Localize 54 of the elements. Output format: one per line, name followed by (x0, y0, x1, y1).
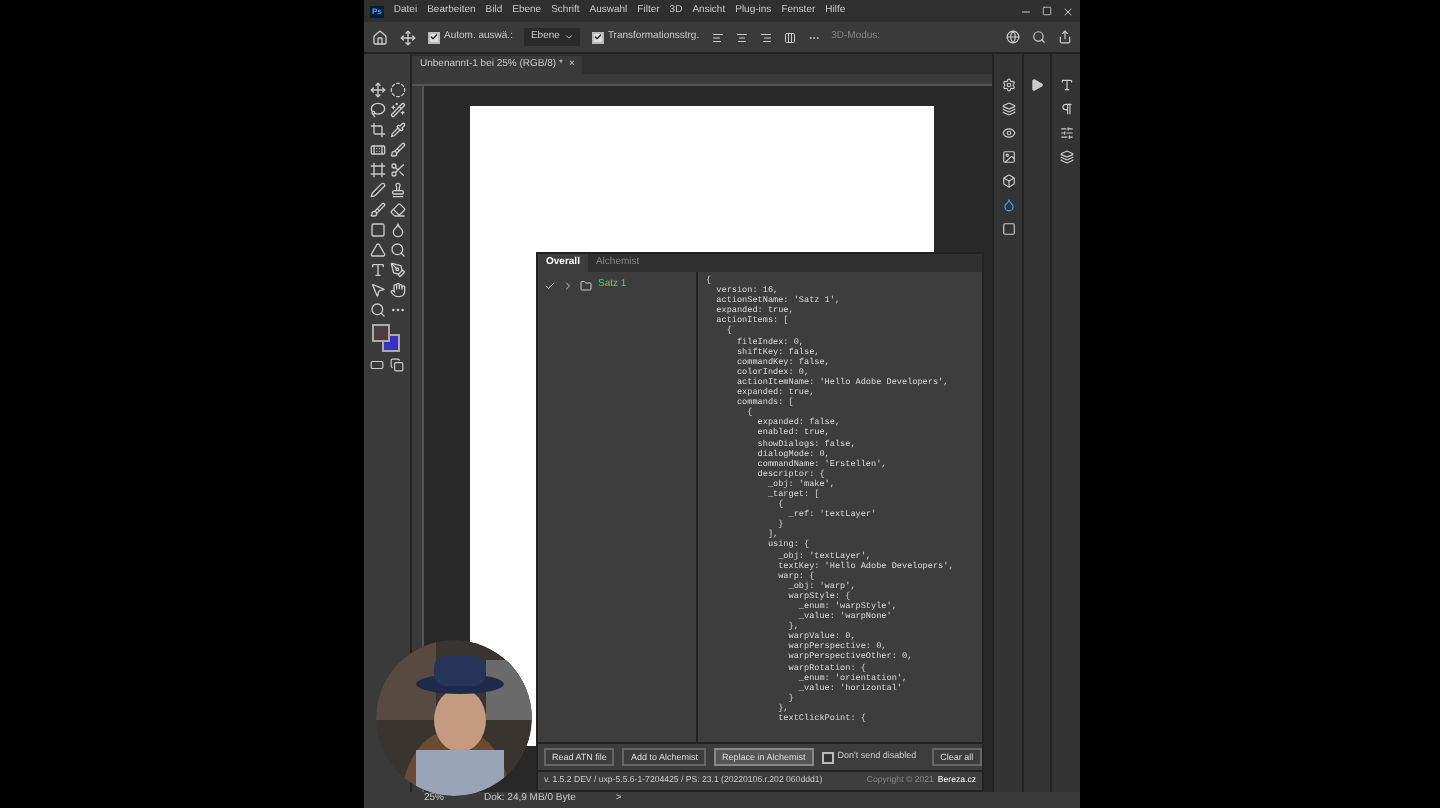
stamp-tool-icon[interactable] (389, 182, 405, 198)
folder-icon (580, 279, 592, 292)
image-icon[interactable] (1001, 150, 1015, 164)
hand-tool-icon[interactable] (389, 282, 405, 298)
square-icon[interactable] (1001, 222, 1015, 236)
type-tool-icon[interactable] (369, 262, 385, 278)
move-tool-icon[interactable] (400, 29, 416, 45)
brush-tool-icon[interactable] (389, 142, 405, 158)
share-icon[interactable] (1058, 30, 1072, 44)
distribute-icon[interactable] (783, 31, 796, 43)
maximize-icon[interactable] (1042, 6, 1052, 16)
gear-icon[interactable] (1001, 78, 1015, 92)
foreground-color-swatch[interactable] (371, 324, 389, 342)
frame-tool-icon[interactable] (369, 162, 385, 178)
align-right-icon[interactable] (759, 31, 772, 43)
eraser-tool-icon[interactable] (389, 202, 405, 218)
play-icon[interactable] (1030, 78, 1044, 92)
crop-tool-icon[interactable] (369, 122, 385, 138)
triangle-tool-icon[interactable] (369, 242, 385, 258)
selection-tool-icon[interactable] (369, 282, 385, 298)
scissors-tool-icon[interactable] (389, 162, 405, 178)
home-icon[interactable] (372, 29, 388, 45)
search-icon[interactable] (1032, 30, 1046, 44)
lasso-tool-icon[interactable] (369, 102, 385, 118)
enabled-check-icon[interactable] (544, 279, 556, 292)
marquee-tool-icon[interactable] (389, 82, 405, 98)
checkbox[interactable] (428, 31, 440, 43)
checkbox[interactable] (591, 31, 604, 43)
chevron-down-icon (563, 32, 574, 42)
pencil-tool-icon[interactable] (369, 182, 385, 198)
minimize-icon[interactable] (1020, 5, 1032, 17)
layers-icon[interactable] (1001, 102, 1015, 116)
wand-tool-icon[interactable] (389, 102, 405, 118)
move-tool-icon[interactable] (369, 82, 385, 98)
align-left-icon[interactable] (711, 31, 724, 43)
cube-icon[interactable] (1001, 174, 1015, 188)
layers-icon[interactable] (1059, 150, 1073, 164)
checkbox[interactable] (821, 751, 834, 763)
globe-icon[interactable] (1006, 30, 1020, 44)
align-center-icon[interactable] (735, 31, 748, 43)
paragraph-icon[interactable] (1059, 102, 1073, 116)
pen-tool-icon[interactable] (389, 262, 405, 278)
screen-mode-icon[interactable] (390, 358, 404, 372)
drop-tool-icon[interactable] (389, 222, 405, 238)
character-icon[interactable] (1059, 78, 1073, 92)
close-icon[interactable] (1062, 5, 1074, 17)
history-brush-icon[interactable] (369, 202, 385, 218)
eye-icon[interactable] (1001, 126, 1015, 140)
sliders-icon[interactable] (1059, 126, 1073, 140)
eyedropper-tool-icon[interactable] (389, 122, 405, 138)
zoom-tool-icon[interactable] (369, 302, 385, 318)
drop-icon[interactable] (1001, 198, 1015, 212)
bandage-tool-icon[interactable] (369, 142, 385, 158)
quick-mask-icon[interactable] (370, 358, 384, 372)
